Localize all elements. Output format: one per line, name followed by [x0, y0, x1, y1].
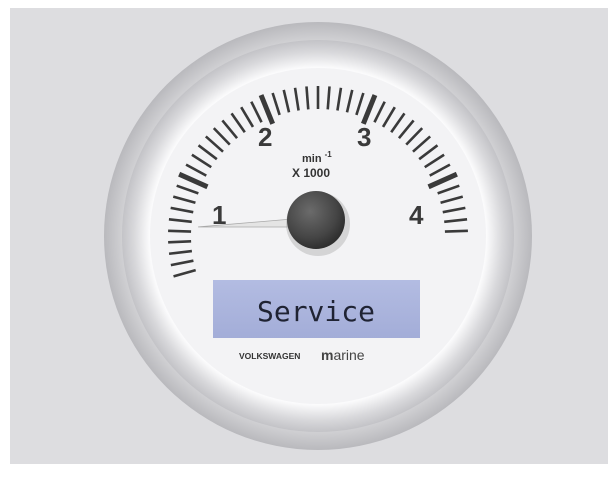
minor-tick: [168, 240, 192, 244]
brand-marine-m: m: [321, 347, 333, 363]
needle-hub: [287, 191, 345, 249]
minor-tick: [326, 86, 331, 110]
tachometer-gauge: 1 2 3 4 min -1 X 1000 Service VOLKSWAGEN…: [104, 22, 532, 450]
brand-marine: marine: [321, 347, 365, 363]
multiplier-label: X 1000: [292, 166, 330, 180]
scale-label-3: 3: [357, 122, 371, 152]
minor-tick: [305, 86, 310, 110]
scale-label-2: 2: [258, 122, 272, 152]
unit-base: min: [302, 153, 322, 165]
brand-volkswagen: VOLKSWAGEN: [239, 351, 300, 361]
brand-marine-rest: arine: [333, 347, 364, 363]
minor-tick: [444, 229, 468, 233]
scale-label-4: 4: [409, 200, 424, 230]
lcd-display-text: Service: [257, 295, 375, 328]
unit-exponent: -1: [325, 150, 333, 159]
minor-tick: [168, 229, 192, 233]
